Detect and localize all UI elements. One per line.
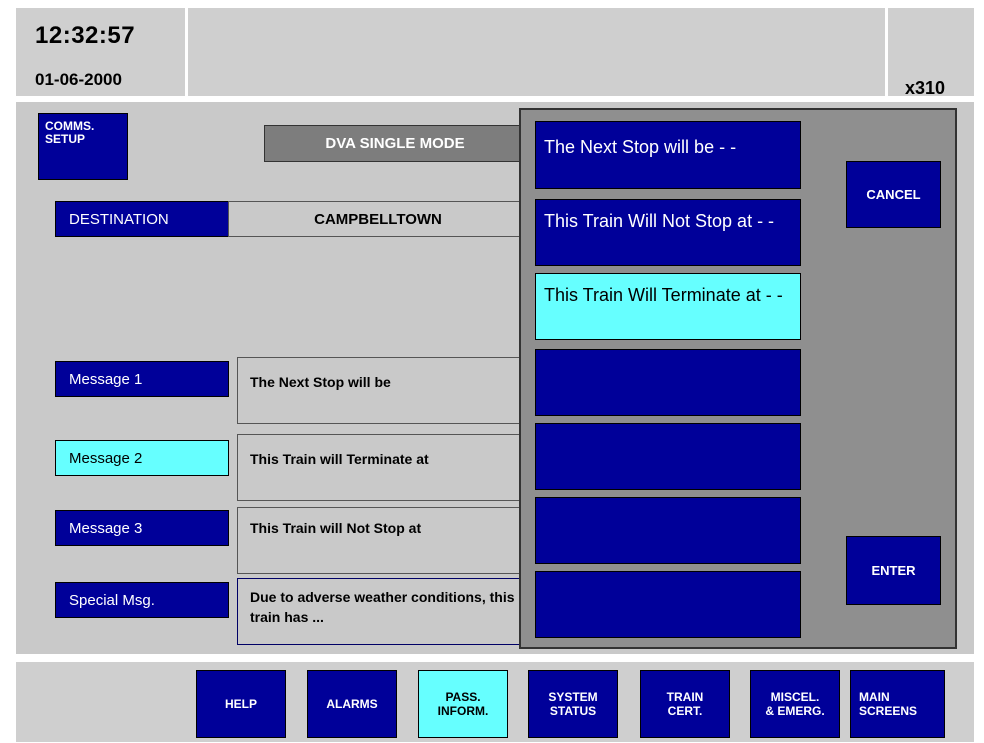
special-message-button[interactable]: Special Msg. bbox=[55, 582, 229, 618]
destination-value: CAMPBELLTOWN bbox=[228, 201, 528, 237]
comms-setup-line2: SETUP bbox=[45, 132, 86, 146]
pass-inform-button[interactable]: PASS. INFORM. bbox=[418, 670, 508, 738]
train-cert-button[interactable]: TRAIN CERT. bbox=[640, 670, 730, 738]
clock-date: 01-06-2000 bbox=[35, 70, 122, 89]
popup-option-7[interactable] bbox=[535, 571, 801, 638]
main-screens-button[interactable]: MAIN SCREENS bbox=[850, 670, 945, 738]
alarms-button[interactable]: ALARMS bbox=[307, 670, 397, 738]
popup-option-5[interactable] bbox=[535, 423, 801, 490]
system-status-button[interactable]: SYSTEM STATUS bbox=[528, 670, 618, 738]
popup-option-6[interactable] bbox=[535, 497, 801, 564]
header-divider-right bbox=[885, 8, 888, 96]
message-2-text: This Train will Terminate at bbox=[237, 434, 528, 501]
clock-time: 12:32:57 bbox=[35, 22, 136, 49]
mode-indicator: DVA SINGLE MODE bbox=[264, 125, 526, 162]
comms-setup-button[interactable]: COMMS. SETUP bbox=[38, 113, 128, 180]
message-1-text: The Next Stop will be bbox=[237, 357, 528, 424]
enter-button[interactable]: ENTER bbox=[846, 536, 941, 605]
destination-button[interactable]: DESTINATION bbox=[55, 201, 229, 237]
special-message-text: Due to adverse weather conditions, this … bbox=[237, 578, 528, 645]
popup-option-3[interactable]: This Train Will Terminate at - - bbox=[535, 273, 801, 340]
miscel-emerg-button[interactable]: MISCEL. & EMERG. bbox=[750, 670, 840, 738]
help-button[interactable]: HELP bbox=[196, 670, 286, 738]
popup-option-1[interactable]: The Next Stop will be - - bbox=[535, 121, 801, 189]
header-bar bbox=[16, 8, 974, 96]
unit-id: x310 bbox=[905, 78, 946, 98]
cancel-button[interactable]: CANCEL bbox=[846, 161, 941, 228]
popup-option-2[interactable]: This Train Will Not Stop at - - bbox=[535, 199, 801, 266]
message-3-button[interactable]: Message 3 bbox=[55, 510, 229, 546]
message-3-text: This Train will Not Stop at bbox=[237, 507, 528, 574]
message-2-button[interactable]: Message 2 bbox=[55, 440, 229, 476]
popup-option-4[interactable] bbox=[535, 349, 801, 416]
header-divider-left bbox=[185, 8, 188, 96]
message-1-button[interactable]: Message 1 bbox=[55, 361, 229, 397]
